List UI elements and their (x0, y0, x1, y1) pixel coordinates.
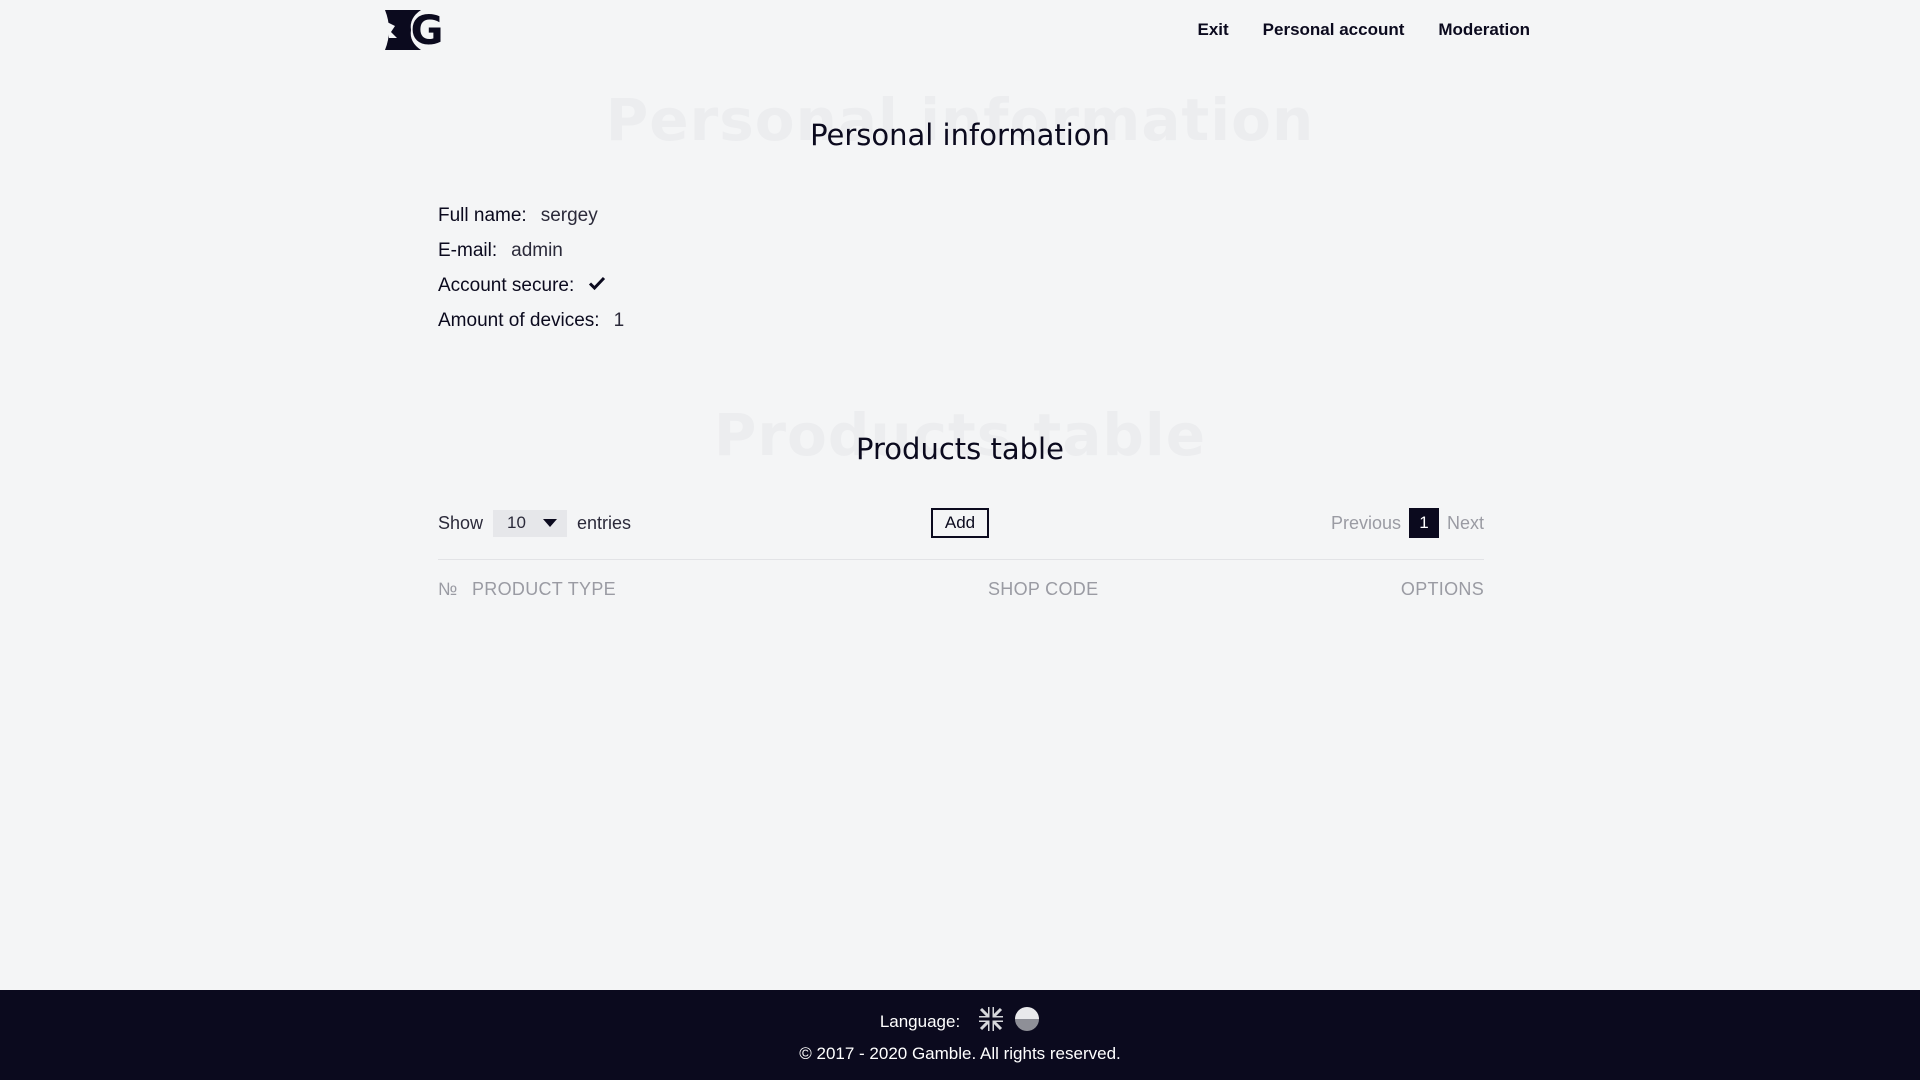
entries-control: Show 10 entries (438, 508, 631, 538)
devices-value: 1 (613, 309, 625, 331)
column-product-type[interactable]: PRODUCT TYPE (472, 579, 616, 600)
products-title: Products table (856, 432, 1064, 466)
language-label: Language: (879, 1011, 961, 1031)
language-switcher: Language: (0, 1006, 1920, 1037)
next-page-button[interactable]: Next (1447, 513, 1484, 534)
footer: Language: © 2017 - 2020 Gamble. All righ… (0, 990, 1920, 1080)
show-label: Show (438, 512, 484, 533)
entries-label: entries (577, 512, 632, 533)
full-name-value: sergey (540, 204, 598, 226)
current-page-button[interactable]: 1 (1408, 508, 1439, 538)
chevron-down-icon (543, 519, 558, 527)
entries-select[interactable]: 10 (493, 509, 568, 537)
personal-title: Personal information (810, 118, 1110, 152)
devices-label: Amount of devices: (438, 309, 600, 331)
info-row-email: E-mail: admin (438, 233, 624, 268)
table-controls: Show 10 entries Add Previous 1 Next (438, 508, 1484, 538)
top-nav: Exit Personal account Moderation (1197, 20, 1530, 40)
table-divider (438, 559, 1484, 560)
column-shop-code[interactable]: SHOP CODE (988, 579, 1098, 600)
email-value: admin (511, 239, 563, 261)
account-secure-label: Account secure: (438, 274, 575, 296)
entries-select-value: 10 (507, 513, 526, 532)
header: G Exit Personal account Moderation (0, 0, 1920, 60)
other-flag-icon[interactable] (1014, 1006, 1040, 1037)
column-number[interactable]: № (438, 579, 458, 600)
email-label: E-mail: (438, 239, 498, 261)
full-name-label: Full name: (438, 204, 527, 226)
column-options[interactable]: OPTIONS (1401, 579, 1484, 600)
logo[interactable]: G (381, 8, 449, 54)
personal-info-list: Full name: sergey E-mail: admin Account … (438, 198, 624, 338)
info-row-devices: Amount of devices: 1 (438, 303, 624, 338)
info-row-full-name: Full name: sergey (438, 198, 624, 233)
info-row-account-secure: Account secure: (438, 268, 624, 303)
nav-moderation[interactable]: Moderation (1438, 20, 1530, 40)
nav-personal-account[interactable]: Personal account (1263, 20, 1405, 40)
add-button[interactable]: Add (931, 508, 989, 538)
checkmark-icon (588, 274, 606, 298)
pagination: Previous 1 Next (1331, 508, 1484, 538)
previous-page-button[interactable]: Previous (1331, 513, 1401, 534)
copyright-text: © 2017 - 2020 Gamble. All rights reserve… (799, 1044, 1121, 1063)
table-header: № PRODUCT TYPE SHOP CODE OPTIONS (438, 579, 1484, 603)
logo-letter: G (411, 8, 444, 52)
uk-flag-icon[interactable] (978, 1006, 1004, 1037)
nav-exit[interactable]: Exit (1197, 20, 1228, 40)
